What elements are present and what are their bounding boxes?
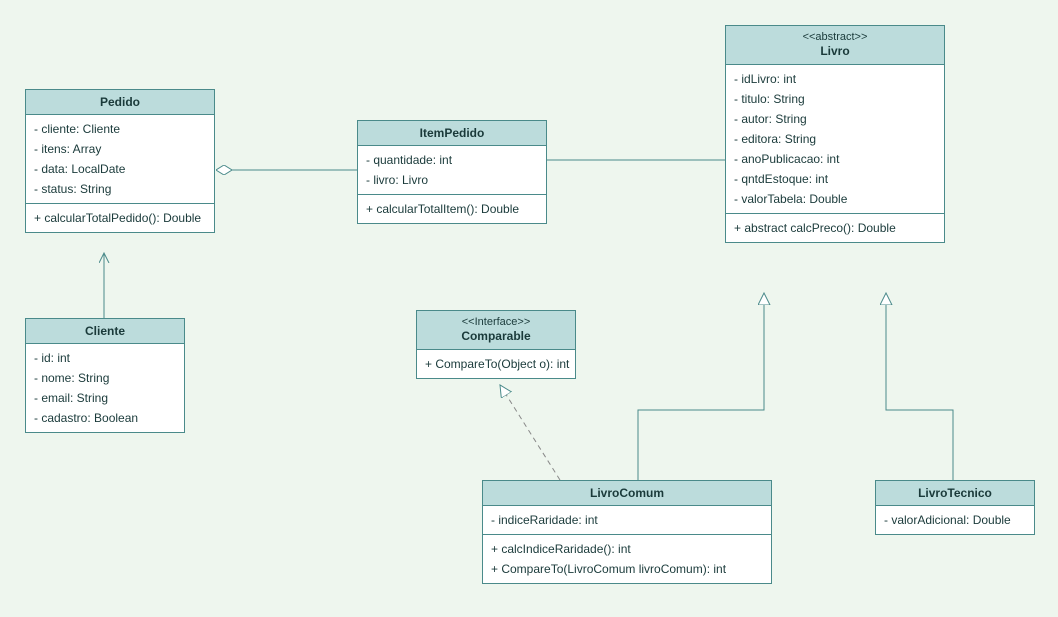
class-cliente[interactable]: Cliente - id: int - nome: String - email… [25,318,185,433]
ops: + abstract calcPreco(): Double [726,214,944,242]
attrs: - idLivro: int - titulo: String - autor:… [726,65,944,214]
attrs: - id: int - nome: String - email: String… [26,344,184,432]
realize-livrocomum-comparable [500,385,560,480]
gen-livrotecnico-livro [886,293,953,480]
class-title: Comparable [461,329,530,343]
class-livrotecnico[interactable]: LivroTecnico - valorAdicional: Double [875,480,1035,535]
class-title: Pedido [100,95,140,109]
attrs: - indiceRaridade: int [483,506,771,535]
uml-canvas: Pedido - cliente: Cliente - itens: Array… [0,0,1058,617]
interface-comparable[interactable]: <<Interface>> Comparable + CompareTo(Obj… [416,310,576,379]
class-title: ItemPedido [420,126,485,140]
attrs: - valorAdicional: Double [876,506,1034,534]
ops: + calcularTotalPedido(): Double [26,204,214,232]
class-title: LivroTecnico [918,486,992,500]
class-title: Livro [820,44,849,58]
class-livro[interactable]: <<abstract>> Livro - idLivro: int - titu… [725,25,945,243]
ops: + CompareTo(Object o): int [417,350,575,378]
stereotype: <<abstract>> [732,31,938,44]
attrs: - cliente: Cliente - itens: Array - data… [26,115,214,204]
class-title: LivroComum [590,486,664,500]
ops: + calcularTotalItem(): Double [358,195,546,223]
gen-livrocomum-livro [638,293,764,480]
class-itempedido[interactable]: ItemPedido - quantidade: int - livro: Li… [357,120,547,224]
attrs: - quantidade: int - livro: Livro [358,146,546,195]
class-pedido[interactable]: Pedido - cliente: Cliente - itens: Array… [25,89,215,233]
class-title: Cliente [85,324,125,338]
stereotype: <<Interface>> [423,316,569,329]
ops: + calcIndiceRaridade(): int + CompareTo(… [483,535,771,583]
class-livrocomum[interactable]: LivroComum - indiceRaridade: int + calcI… [482,480,772,584]
